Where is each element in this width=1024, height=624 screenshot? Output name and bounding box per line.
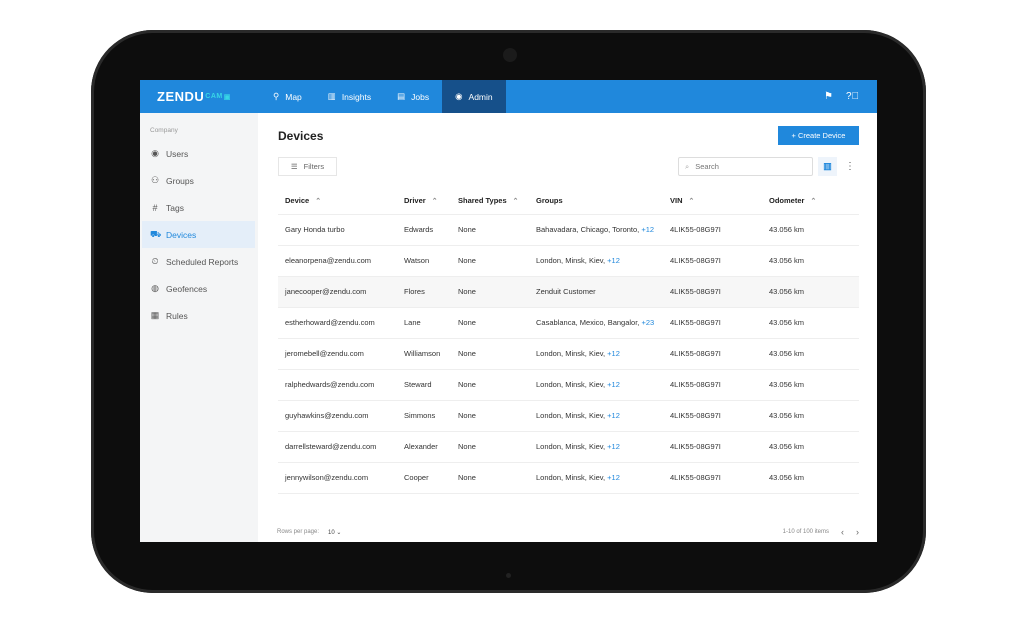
column-header[interactable]: Driver ⌃ [397, 188, 451, 215]
table-row[interactable]: guyhawkins@zendu.com Simmons None London… [278, 400, 859, 432]
more-groups-link[interactable]: +12 [607, 473, 620, 482]
sidebar-item-devices[interactable]: ⛟ Devices [142, 221, 255, 248]
home-indicator [506, 573, 511, 578]
table-row[interactable]: darrellsteward@zendu.com Alexander None … [278, 431, 859, 463]
create-device-button[interactable]: + Create Device [778, 126, 859, 145]
more-groups-link[interactable]: +12 [641, 225, 654, 234]
more-groups-link[interactable]: +12 [607, 256, 620, 265]
columns-button[interactable]: ▥ [818, 157, 837, 176]
rows-per-page-select[interactable]: 10 ⌄ [328, 529, 341, 536]
column-header[interactable]: VIN ⌃ [663, 188, 762, 215]
hash-icon: # [152, 202, 158, 213]
pagination: Rows per page: 10 ⌄ 1-10 of 100 items ‹ … [277, 527, 859, 537]
nav-insights[interactable]: ▥ Insights [315, 80, 384, 113]
top-nav: ZENDU CAM ▣ ⚲ Map ▥ Insights ▤ Jobs ◉ Admin ⚑ ?⃝ [140, 80, 877, 113]
more-options-icon[interactable]: ⋮ [844, 157, 856, 176]
table-icon: ▦ [150, 310, 160, 320]
more-groups-link[interactable]: +23 [642, 318, 655, 327]
column-header[interactable]: Odometer ⌃ [762, 188, 859, 215]
sidebar-item-scheduled-reports[interactable]: ⏲ Scheduled Reports [140, 248, 255, 275]
more-groups-link[interactable]: +12 [607, 349, 620, 358]
filter-icon: ☰ [290, 162, 298, 171]
sort-icon[interactable]: ⌃ [689, 198, 695, 205]
groups-icon: ⚇ [150, 175, 160, 185]
sort-icon[interactable]: ⌃ [810, 198, 816, 205]
user-circle-icon: ◉ [151, 148, 159, 158]
table-row[interactable]: jeromebell@zendu.com Williamson None Lon… [278, 338, 859, 370]
help-icon[interactable]: ?⃝ [846, 91, 859, 102]
chart-icon: ▥ [327, 91, 336, 101]
globe-icon: ◍ [151, 283, 159, 293]
user-circle-icon: ◉ [455, 91, 463, 101]
logo[interactable]: ZENDU CAM ▣ [157, 89, 260, 104]
sidebar-caption: Company [150, 127, 178, 134]
nav-jobs[interactable]: ▤ Jobs [384, 80, 442, 113]
more-groups-link[interactable]: +12 [607, 442, 620, 451]
sidebar-item-rules[interactable]: ▦ Rules [140, 302, 255, 329]
search-icon: ⌕ [685, 161, 690, 171]
prev-page-icon[interactable]: ‹ [841, 527, 844, 537]
page-title: Devices [278, 129, 324, 143]
sort-icon[interactable]: ⌃ [315, 198, 321, 205]
column-header[interactable]: Groups [529, 188, 663, 215]
column-header[interactable]: Shared Types ⌃ [451, 188, 529, 215]
table-row[interactable]: janecooper@zendu.com Flores None Zenduit… [278, 276, 859, 308]
sidebar-item-tags[interactable]: # Tags [140, 194, 255, 221]
table-row[interactable]: ralphedwards@zendu.com Steward None Lond… [278, 369, 859, 401]
more-groups-link[interactable]: +12 [607, 380, 620, 389]
camera-icon: ▣ [223, 93, 231, 101]
column-header[interactable]: Device ⌃ [278, 188, 397, 215]
table-row[interactable]: jennywilson@zendu.com Cooper None London… [278, 462, 859, 494]
app-screen: ZENDU CAM ▣ ⚲ Map ▥ Insights ▤ Jobs ◉ Admin ⚑ ?⃝ … [140, 80, 877, 542]
devices-table: Device ⌃ Driver ⌃ Shared Types ⌃ Groups VIN ⌃ Odo… [278, 188, 859, 494]
sidebar-item-users[interactable]: ◉ Users [140, 140, 255, 167]
sort-icon[interactable]: ⌃ [432, 198, 438, 205]
search-box: ⌕ [678, 157, 813, 176]
nav-admin[interactable]: ◉ Admin [442, 80, 506, 113]
sidebar-item-geofences[interactable]: ◍ Geofences [140, 275, 255, 302]
document-icon: ▤ [397, 91, 406, 101]
map-pin-icon: ⚲ [273, 91, 280, 101]
flag-icon[interactable]: ⚑ [824, 91, 833, 102]
car-icon: ⛟ [150, 228, 162, 239]
filters-button[interactable]: ☰ Filters [278, 157, 337, 176]
table-row[interactable]: estherhoward@zendu.com Lane None Casabla… [278, 307, 859, 339]
nav-map[interactable]: ⚲ Map [260, 80, 315, 113]
sidebar: Company ◉ Users ⚇ Groups # Tags ⛟ Devices ⏲ Sched… [140, 113, 258, 542]
scheduled-report-icon: ⏲ [151, 256, 159, 266]
camera [503, 48, 517, 62]
sort-icon[interactable]: ⌃ [513, 198, 519, 205]
table-row[interactable]: Gary Honda turbo Edwards None Bahavadara… [278, 214, 859, 246]
next-page-icon[interactable]: › [856, 527, 859, 537]
table-row[interactable]: eleanorpena@zendu.com Watson None London… [278, 245, 859, 277]
more-groups-link[interactable]: +12 [607, 411, 620, 420]
sidebar-item-groups[interactable]: ⚇ Groups [140, 167, 255, 194]
page-range: 1-10 of 100 items [782, 529, 829, 535]
search-input[interactable] [695, 162, 796, 171]
